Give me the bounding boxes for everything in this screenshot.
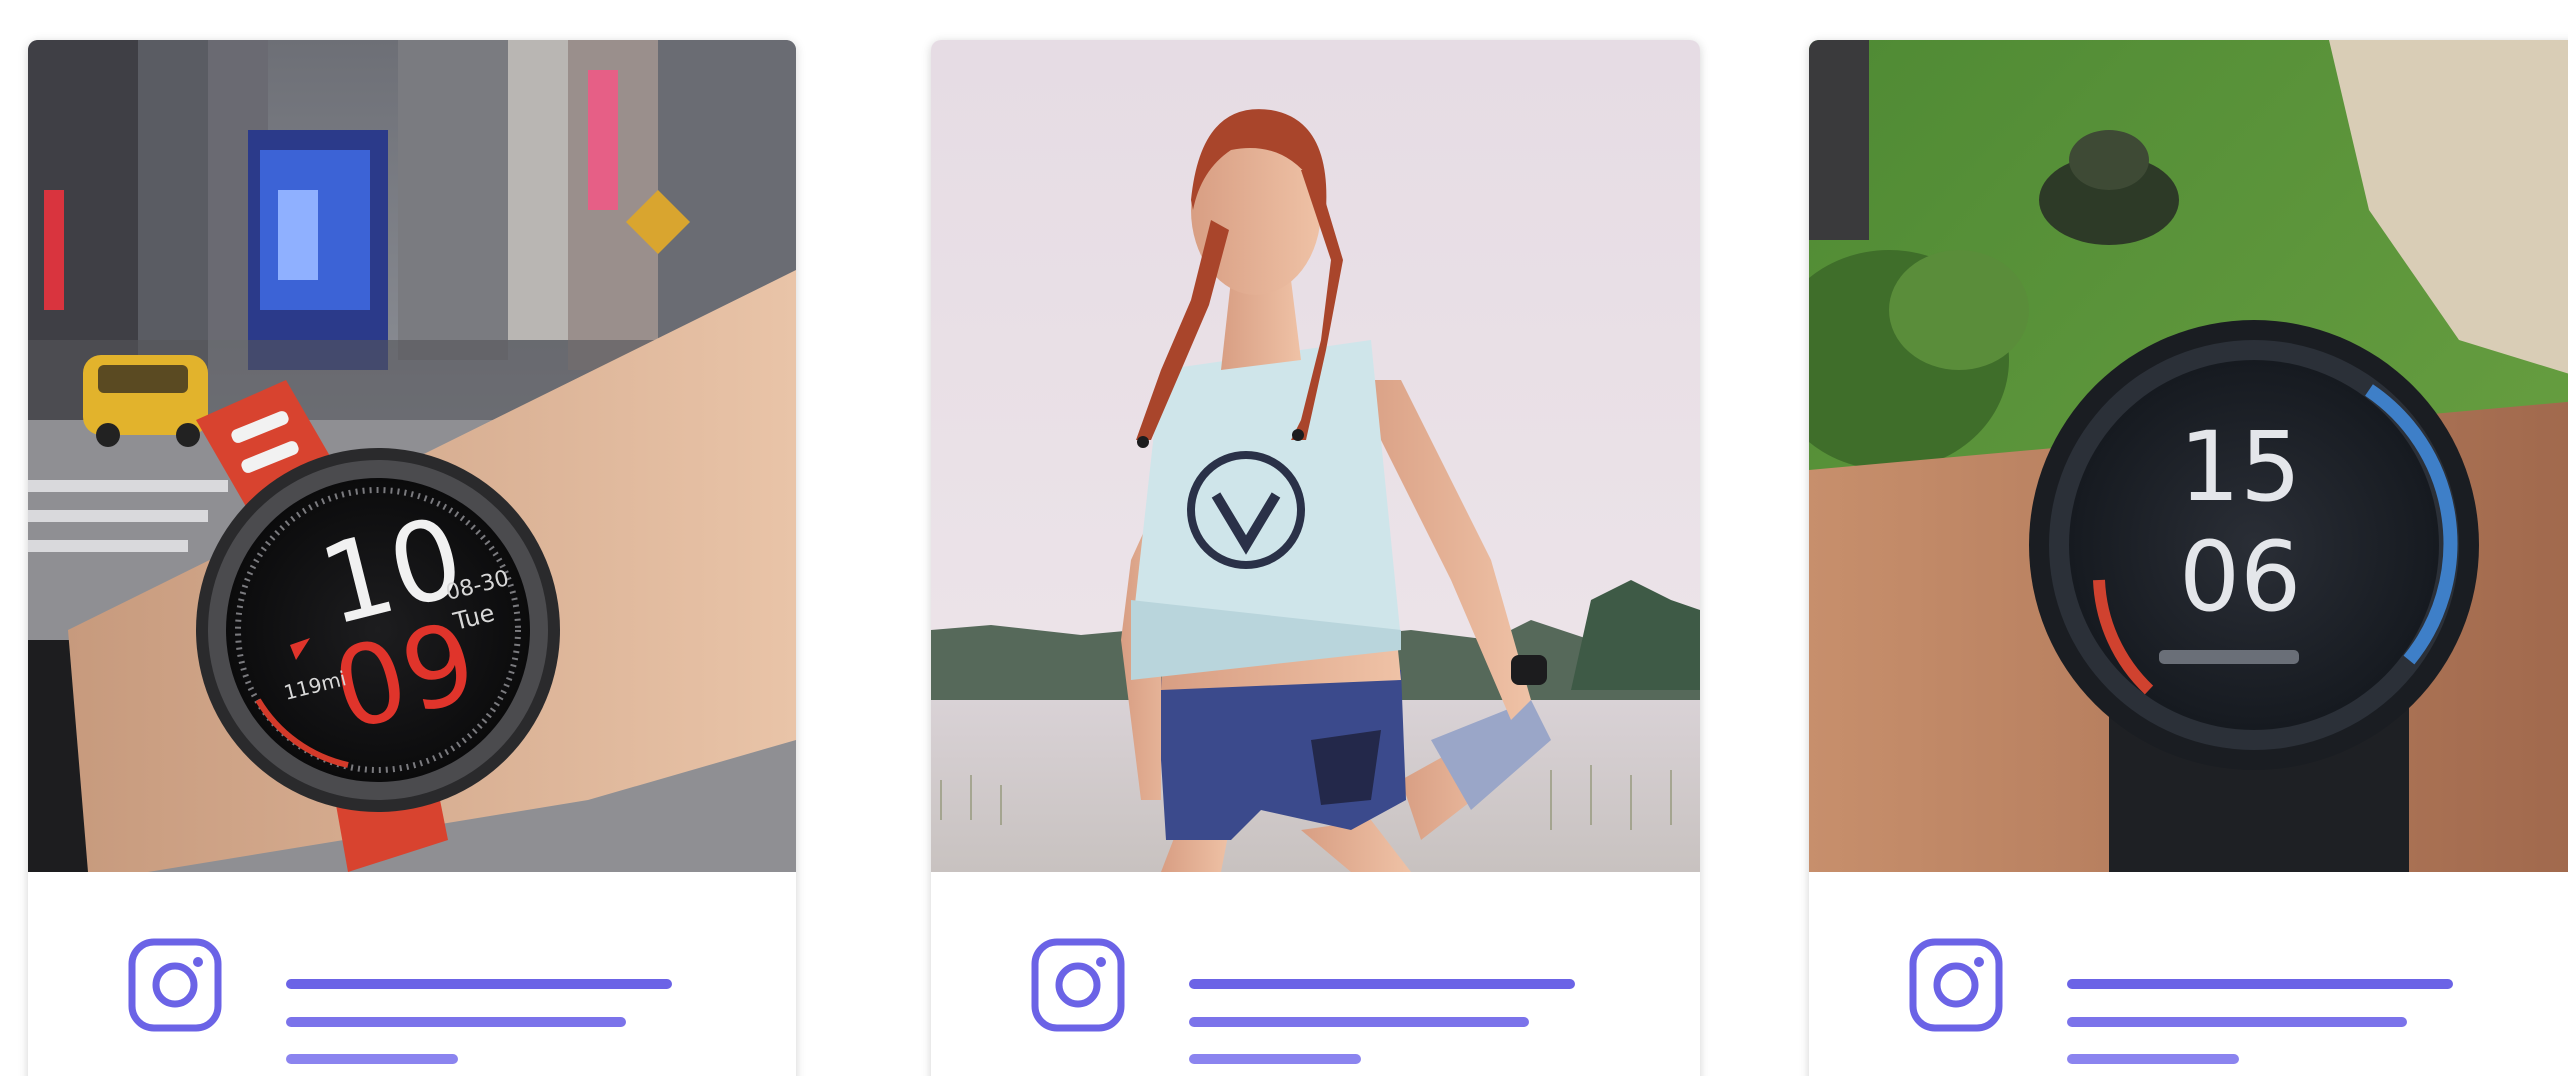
runner-stretching-photo — [931, 40, 1700, 872]
post-footer — [28, 872, 796, 1076]
caption-line-1 — [1189, 979, 1575, 989]
caption-line-3 — [286, 1054, 458, 1064]
instagram-icon[interactable] — [1909, 938, 2003, 1032]
feed-card[interactable]: 15 06 — [1809, 40, 2568, 1076]
watch-city-photo: 10 09 08-30 Tue 119mi — [28, 40, 796, 872]
svg-text:15: 15 — [2179, 411, 2301, 523]
post-photo[interactable] — [931, 40, 1700, 872]
caption-line-3 — [2067, 1054, 2239, 1064]
instagram-icon[interactable] — [1031, 938, 1125, 1032]
post-footer — [931, 872, 1700, 1076]
caption-line-2 — [1189, 1017, 1529, 1027]
instagram-feed: 10 09 08-30 Tue 119mi 15 06 — [0, 0, 2568, 1076]
caption-line-2 — [2067, 1017, 2407, 1027]
caption-line-1 — [286, 979, 672, 989]
instagram-icon[interactable] — [128, 938, 222, 1032]
post-footer — [1809, 872, 2568, 1076]
caption-line-2 — [286, 1017, 626, 1027]
feed-card[interactable] — [931, 40, 1700, 1076]
svg-text:06: 06 — [2179, 521, 2301, 633]
caption-line-1 — [2067, 979, 2453, 989]
post-photo[interactable]: 15 06 — [1809, 40, 2568, 872]
caption-line-3 — [1189, 1054, 1361, 1064]
post-photo[interactable]: 10 09 08-30 Tue 119mi — [28, 40, 796, 872]
feed-card[interactable]: 10 09 08-30 Tue 119mi — [28, 40, 796, 1076]
watch-park-photo: 15 06 — [1809, 40, 2568, 872]
